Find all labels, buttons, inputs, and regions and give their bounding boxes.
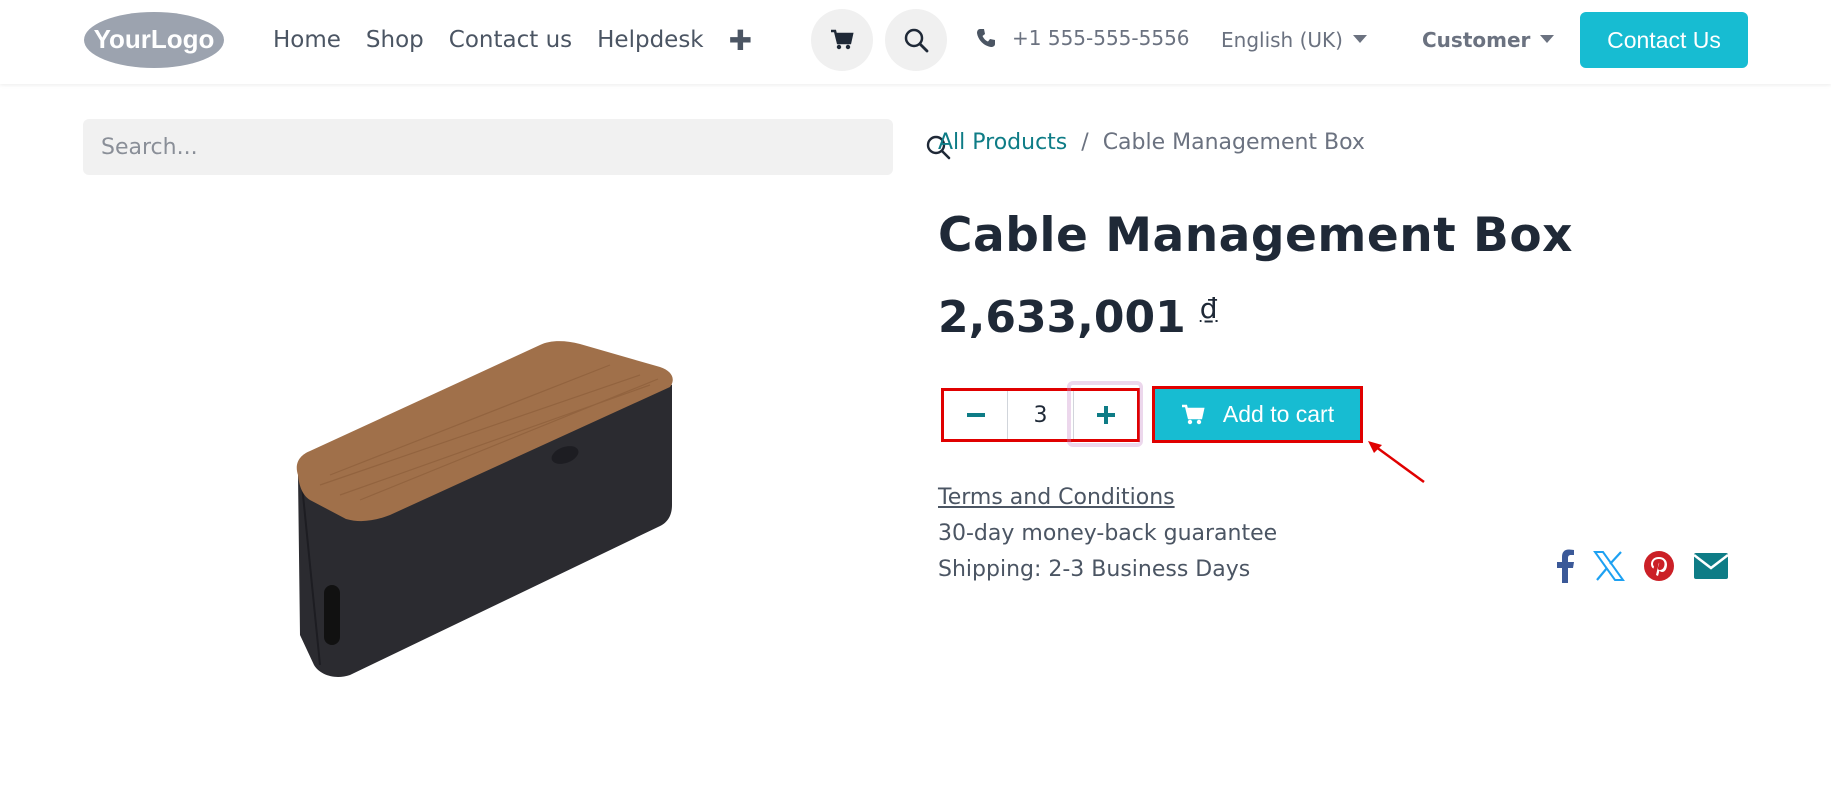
header-search-button[interactable] xyxy=(885,9,947,71)
guarantee-text: 30-day money-back guarantee xyxy=(938,521,1278,546)
user-name: Customer xyxy=(1422,28,1531,52)
nav-shop[interactable]: Shop xyxy=(366,27,424,53)
facebook-icon[interactable] xyxy=(1555,549,1575,583)
email-icon[interactable] xyxy=(1693,552,1729,580)
product-image xyxy=(296,341,673,677)
quantity-decrease-button[interactable] xyxy=(944,391,1008,439)
main-nav: Home Shop Contact us Helpdesk ✚ xyxy=(273,0,752,80)
price-currency: ₫ xyxy=(1199,292,1218,325)
header-cart-button[interactable] xyxy=(811,9,873,71)
minus-icon xyxy=(966,413,985,417)
product-info: Terms and Conditions 30-day money-back g… xyxy=(938,480,1277,588)
contact-us-button[interactable]: Contact Us xyxy=(1580,12,1748,68)
nav-home[interactable]: Home xyxy=(273,27,341,53)
site-header: YourLogo Home Shop Contact us Helpdesk ✚… xyxy=(0,0,1831,84)
pinterest-icon[interactable] xyxy=(1643,550,1675,582)
product-title: Cable Management Box xyxy=(938,208,1573,263)
product-price: 2,633,001 ₫ xyxy=(938,292,1218,343)
site-logo[interactable]: YourLogo xyxy=(82,10,226,70)
product-search xyxy=(83,119,951,175)
share-links xyxy=(1555,549,1729,583)
chevron-down-icon xyxy=(1352,35,1367,43)
annotation-arrow-icon xyxy=(1368,441,1425,484)
cart-icon xyxy=(1181,404,1205,424)
nav-helpdesk[interactable]: Helpdesk xyxy=(597,27,704,53)
search-input[interactable] xyxy=(101,119,821,175)
add-to-cart-label: Add to cart xyxy=(1222,401,1335,427)
terms-link[interactable]: Terms and Conditions xyxy=(938,480,1277,516)
cart-icon xyxy=(831,29,854,50)
nav-contact-us[interactable]: Contact us xyxy=(449,27,572,53)
breadcrumb-separator: / xyxy=(1081,130,1089,155)
chevron-down-icon xyxy=(1540,35,1555,43)
nav-more-plus-icon[interactable]: ✚ xyxy=(729,24,752,57)
language-dropdown[interactable]: English (UK) xyxy=(1221,28,1367,52)
plus-icon xyxy=(1096,406,1115,424)
add-to-cart-button[interactable]: Add to cart xyxy=(1152,386,1363,443)
search-icon xyxy=(904,28,929,53)
x-icon[interactable] xyxy=(1593,551,1625,581)
phone-link[interactable]: +1 555-555-5556 xyxy=(976,26,1190,50)
shipping-text: Shipping: 2-3 Business Days xyxy=(938,557,1251,582)
svg-text:YourLogo: YourLogo xyxy=(94,24,215,54)
user-menu[interactable]: Customer xyxy=(1422,28,1555,52)
breadcrumb-current: Cable Management Box xyxy=(1102,130,1365,155)
quantity-increase-button[interactable] xyxy=(1073,391,1137,439)
breadcrumb: All Products / Cable Management Box xyxy=(938,130,1365,155)
phone-number: +1 555-555-5556 xyxy=(1012,26,1190,50)
breadcrumb-all-products[interactable]: All Products xyxy=(938,130,1067,155)
language-label: English (UK) xyxy=(1221,28,1343,52)
phone-icon xyxy=(977,29,995,47)
quantity-stepper xyxy=(941,388,1140,442)
price-amount: 2,633,001 xyxy=(938,292,1186,343)
quantity-input[interactable] xyxy=(1008,391,1073,439)
